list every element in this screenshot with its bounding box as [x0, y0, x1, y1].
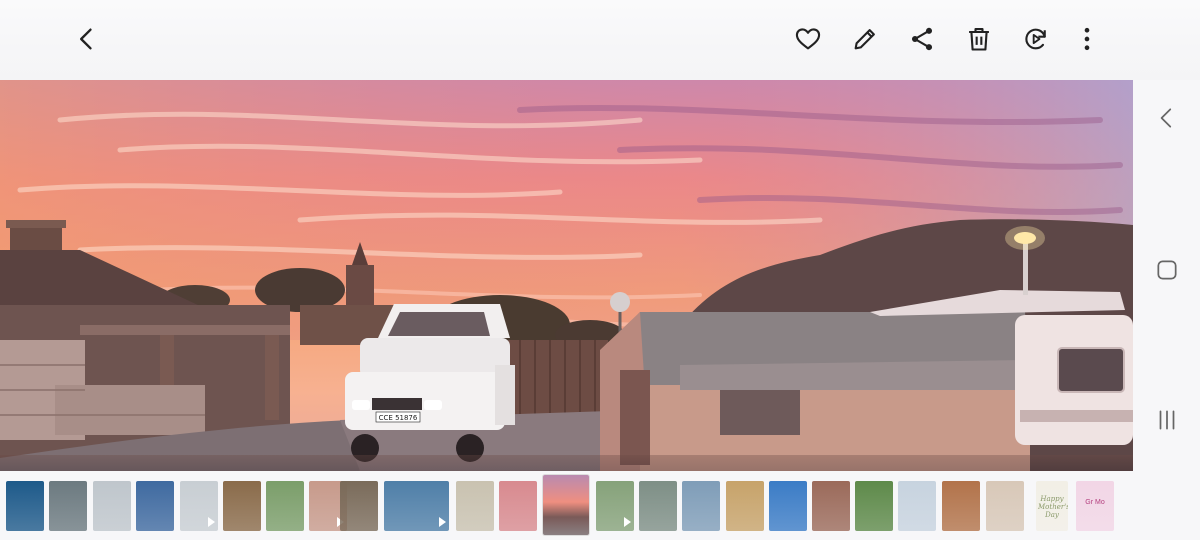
more-vertical-icon: [1084, 27, 1090, 51]
card-text: Happy Mother's Day: [1038, 495, 1068, 519]
main-photo[interactable]: CCE 51876: [0, 80, 1133, 471]
top-toolbar: [0, 0, 1200, 80]
delete-button[interactable]: [959, 19, 999, 59]
thumbnail-filmstrip: Happy Mother's Day Gr Mo: [0, 471, 1200, 540]
thumbnail[interactable]: [499, 481, 537, 531]
thumbnail[interactable]: [855, 481, 893, 531]
thumbnail[interactable]: [986, 481, 1024, 531]
card-text-2: Gr Mo: [1085, 499, 1105, 506]
share-icon: [911, 27, 933, 51]
video-play-icon: [439, 517, 446, 527]
thumbnail[interactable]: Happy Mother's Day: [1036, 481, 1068, 531]
home-nav-icon: [1157, 260, 1177, 280]
nav-recents-button[interactable]: [1147, 400, 1187, 440]
nav-home-button[interactable]: [1147, 250, 1187, 290]
pencil-icon: [854, 29, 875, 50]
thumbnail[interactable]: [596, 481, 634, 531]
thumbnail[interactable]: [136, 481, 174, 531]
favorite-button[interactable]: [788, 19, 828, 59]
thumbnail[interactable]: [682, 481, 720, 531]
edit-button[interactable]: [845, 19, 885, 59]
thumbnail[interactable]: [49, 481, 87, 531]
thumbnail[interactable]: [898, 481, 936, 531]
back-button[interactable]: [67, 19, 107, 59]
back-nav-icon: [1160, 108, 1172, 128]
heart-icon: [795, 28, 821, 50]
thumbnail[interactable]: [223, 481, 261, 531]
trash-icon: [969, 28, 989, 51]
thumbnail[interactable]: [384, 481, 449, 531]
more-options-button[interactable]: [1067, 19, 1107, 59]
thumbnail[interactable]: [726, 481, 764, 531]
thumbnail[interactable]: [93, 481, 131, 531]
video-play-icon: [208, 517, 215, 527]
thumbnail[interactable]: [639, 481, 677, 531]
thumbnail[interactable]: Gr Mo: [1076, 481, 1114, 531]
thumbnail[interactable]: [6, 481, 44, 531]
share-button[interactable]: [902, 19, 942, 59]
nav-back-button[interactable]: [1147, 98, 1187, 138]
sunset-campsite-image: CCE 51876: [0, 80, 1133, 471]
thumbnail[interactable]: [942, 481, 980, 531]
number-plate: CCE 51876: [379, 414, 418, 422]
thumbnail[interactable]: [769, 481, 807, 531]
rotate-play-icon: [1025, 28, 1046, 50]
tent-trailer: [600, 312, 1030, 471]
video-play-icon: [624, 517, 631, 527]
thumbnail[interactable]: [180, 481, 218, 531]
chevron-left-icon: [80, 28, 92, 50]
recents-nav-icon: [1159, 410, 1175, 430]
thumbnail[interactable]: [812, 481, 850, 531]
thumbnail[interactable]: [456, 481, 494, 531]
system-navigation-bar: [1133, 80, 1200, 471]
remaster-button[interactable]: [1016, 19, 1056, 59]
thumbnail[interactable]: [340, 481, 378, 531]
thumbnail[interactable]: [266, 481, 304, 531]
thumbnail-selected[interactable]: [543, 475, 589, 535]
